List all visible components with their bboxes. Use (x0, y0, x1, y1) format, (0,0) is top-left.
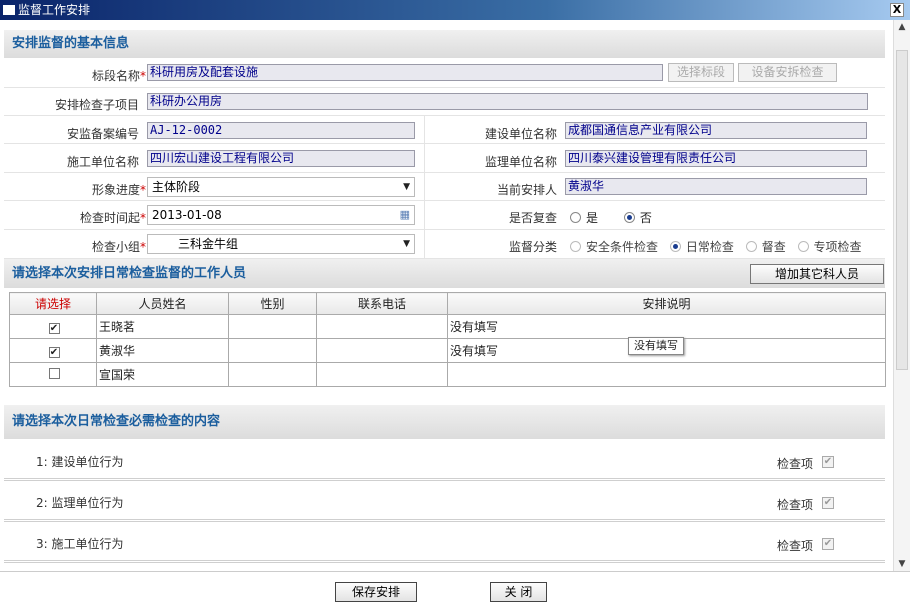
category-safety-radio[interactable] (570, 241, 581, 252)
time-value: 2013-01-08 (152, 208, 222, 222)
row-gender (228, 362, 317, 387)
section-check-content-header: 请选择本次日常检查必需检查的内容 (4, 405, 885, 439)
check-item: 3: 施工单位行为 检查项 ✔ (4, 523, 885, 563)
scroll-down-icon[interactable]: ▼ (896, 559, 908, 569)
category-supervise-label: 督查 (761, 240, 786, 254)
window-titlebar: 监督工作安排 X (0, 0, 910, 20)
time-field[interactable]: 2013-01-08 ▦ (147, 205, 415, 225)
progress-select[interactable]: 主体阶段 ▼ (147, 177, 415, 197)
check-item-tag: 检查项 (777, 498, 814, 512)
calendar-icon[interactable]: ▦ (400, 206, 410, 224)
time-label: 检查时间起* (79, 211, 146, 225)
tooltip: 没有填写 (628, 337, 684, 355)
row-note[interactable] (447, 362, 886, 387)
scroll-up-icon[interactable]: ▲ (896, 22, 908, 32)
recheck-label: 是否复查 (508, 211, 557, 225)
record-no-field[interactable]: AJ-12-0002 (147, 122, 415, 139)
section-staff-header: 请选择本次安排日常检查监督的工作人员 (4, 259, 564, 288)
check-item: 1: 建设单位行为 检查项 ✔ (4, 441, 885, 481)
constructor-label: 施工单位名称 (66, 155, 139, 169)
group-value: 三科金牛组 (178, 237, 239, 251)
col-gender: 性别 (228, 292, 317, 315)
col-note: 安排说明 (447, 292, 886, 315)
builder-label: 建设单位名称 (484, 127, 557, 141)
bidsection-label: 标段名称* (91, 69, 146, 83)
supervisor-field[interactable]: 四川泰兴建设管理有限责任公司 (565, 150, 867, 167)
category-supervise-radio[interactable] (745, 241, 757, 252)
staff-table: 请选择 人员姓名 性别 联系电话 安排说明 ✔ 王晓茗 没有填写 ✔ 黄淑华 没… (9, 292, 886, 387)
supervisor-label: 监理单位名称 (484, 155, 557, 169)
recheck-radio-group: 是 否 (570, 209, 652, 226)
check-item-checkbox[interactable]: ✔ (822, 538, 834, 550)
row-name: 宣国荣 (96, 362, 229, 387)
device-check-button[interactable]: 设备安拆检查 (738, 63, 837, 82)
check-item-checkbox[interactable]: ✔ (822, 497, 834, 509)
row-gender (228, 338, 317, 363)
recheck-yes-label: 是 (586, 211, 599, 225)
table-row: ✔ 黄淑华 没有填写 (9, 338, 886, 363)
progress-label: 形象进度* (91, 183, 146, 197)
check-item: 2: 监理单位行为 检查项 ✔ (4, 482, 885, 522)
check-item-tag: 检查项 (777, 539, 814, 553)
section-basic-info-header: 安排监督的基本信息 (4, 30, 885, 58)
window-title: 监督工作安排 (18, 3, 91, 17)
col-phone: 联系电话 (316, 292, 448, 315)
row-phone (316, 338, 448, 363)
record-no-label: 安监备案编号 (66, 127, 139, 141)
vertical-scrollbar[interactable]: ▲ ▼ (893, 20, 910, 571)
check-item-label: 2: 监理单位行为 (36, 496, 124, 510)
recheck-no-label: 否 (639, 211, 652, 225)
table-row: 宣国荣 (9, 362, 886, 387)
progress-value: 主体阶段 (152, 180, 201, 194)
category-label: 监督分类 (508, 240, 557, 254)
close-button[interactable]: 关 闭 (490, 582, 547, 602)
select-bidsection-button[interactable]: 选择标段 (668, 63, 734, 82)
category-special-radio[interactable] (797, 241, 809, 252)
group-select[interactable]: 三科金牛组 ▼ (147, 234, 415, 254)
dropdown-arrow-icon: ▼ (403, 239, 410, 249)
subproject-field[interactable]: 科研办公用房 (147, 93, 868, 110)
group-label: 检查小组* (91, 240, 146, 254)
add-other-staff-button[interactable]: 增加其它科人员 (750, 264, 884, 284)
builder-field[interactable]: 成都国通信息产业有限公司 (565, 122, 867, 139)
col-name: 人员姓名 (96, 292, 229, 315)
row-name: 王晓茗 (96, 314, 229, 339)
row-checkbox[interactable]: ✔ (48, 322, 60, 334)
category-daily-radio[interactable] (669, 241, 681, 252)
row-phone (316, 314, 448, 339)
check-item-checkbox[interactable]: ✔ (822, 456, 834, 468)
save-arrangement-button[interactable]: 保存安排 (335, 582, 417, 602)
arranger-label: 当前安排人 (496, 183, 557, 197)
category-special-label: 专项检查 (813, 240, 862, 254)
row-phone (316, 362, 448, 387)
close-icon[interactable]: X (890, 3, 904, 17)
check-item-tag: 检查项 (777, 457, 814, 471)
staff-table-header: 请选择 人员姓名 性别 联系电话 安排说明 (9, 292, 886, 315)
row-name: 黄淑华 (96, 338, 229, 363)
table-row: ✔ 王晓茗 没有填写 (9, 314, 886, 339)
category-radio-group: 安全条件检查 日常检查 督查 专项检查 (570, 238, 862, 255)
row-checkbox[interactable] (48, 367, 60, 379)
subproject-label: 安排检查子项目 (54, 98, 139, 112)
constructor-field[interactable]: 四川宏山建设工程有限公司 (147, 150, 415, 167)
row-checkbox[interactable]: ✔ (48, 346, 60, 358)
dropdown-arrow-icon: ▼ (403, 182, 410, 192)
row-gender (228, 314, 317, 339)
col-select: 请选择 (9, 292, 97, 315)
window-icon (3, 5, 15, 15)
check-item-label: 3: 施工单位行为 (36, 537, 124, 551)
recheck-yes-radio[interactable] (570, 212, 581, 223)
bidsection-field[interactable]: 科研用房及配套设施 (147, 64, 663, 81)
scroll-thumb[interactable] (896, 50, 908, 370)
row-note[interactable]: 没有填写 (447, 314, 886, 339)
category-daily-label: 日常检查 (685, 240, 734, 254)
category-safety-label: 安全条件检查 (586, 240, 659, 254)
arranger-field[interactable]: 黄淑华 (565, 178, 867, 195)
check-item-label: 1: 建设单位行为 (36, 455, 124, 469)
recheck-no-radio[interactable] (623, 212, 635, 223)
